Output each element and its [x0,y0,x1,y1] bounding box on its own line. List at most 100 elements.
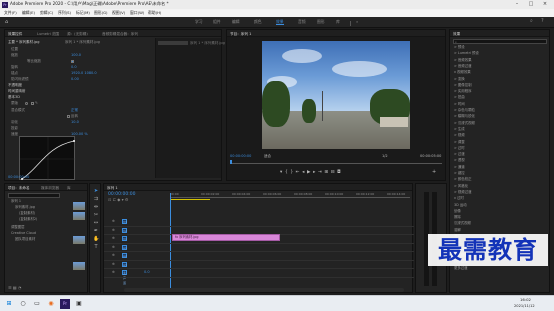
effects-tree-item[interactable]: > 键控 [454,171,465,176]
track-lock-icon[interactable]: ⊕ [112,236,115,240]
tab-libraries[interactable]: 库 [67,186,71,190]
track-target-button[interactable]: V2 [122,227,127,233]
menu-file[interactable]: 文件(F) [4,10,17,15]
timeline-scrollbar[interactable] [124,288,404,292]
effects-tree-item[interactable]: 更多过渡 [454,266,468,271]
camera-icon[interactable]: ◘ [337,170,343,175]
timeline-ruler[interactable]: 00:00 00:00:02:00 00:00:04:00 00:00:06:00 00… [170,192,410,198]
keyframe-area[interactable]: 序列 1 * 序列素材.jpg [155,38,225,178]
effects-tree-item[interactable]: > 扭曲 [454,95,465,100]
effects-tree-item[interactable]: 3D 运动 [454,203,467,208]
effects-tree-item[interactable]: > 时间 [454,102,465,107]
workspace-learn[interactable]: 学习 [195,19,203,24]
menu-sequence[interactable]: 序列(S) [58,10,71,15]
browser-icon[interactable]: ◉ [46,299,56,309]
ellipse-mask-icon[interactable] [25,101,28,105]
playhead[interactable] [230,160,232,164]
start-icon[interactable]: ⊞ [4,299,14,309]
pen-mask-icon[interactable]: ✎ [35,101,38,105]
effects-tree-item[interactable]: > 透视 [454,158,465,163]
effects-tree-item[interactable]: > 生成 [454,127,465,132]
effects-tree-item[interactable]: 划像 [454,209,461,214]
menu-window[interactable]: 窗口(W) [130,10,144,15]
param-anchor-value[interactable]: 1920.0 1080.0 [71,71,97,75]
invert-checkbox[interactable] [67,114,70,118]
effects-tree-item[interactable]: > 变换 [454,77,465,82]
effects-search-input[interactable]: ⌕ [453,39,547,44]
project-item-copy-2[interactable]: (复制素材2) [19,217,37,222]
maximize-button[interactable]: □ [524,0,538,9]
program-fit-select[interactable]: 适合 [264,154,271,158]
workspace-graphics[interactable]: 图形 [317,19,325,24]
track-select-icon[interactable]: ⇉ [93,196,99,202]
effects-tree-item[interactable]: > 视频 [454,133,465,138]
folder-icon[interactable]: ▣ [74,299,84,309]
project-item-image[interactable]: 序列素材.jpg [15,205,35,210]
effects-tree-item[interactable]: > 通道 [454,165,465,170]
menu-marker[interactable]: 标记(M) [76,10,90,15]
effects-tree-item[interactable]: > 实用程序 [454,89,471,94]
param-scale-value[interactable]: 100.0 [71,53,81,57]
menu-clip[interactable]: 剪辑(C) [40,10,53,15]
effects-tree-item[interactable]: > 过时 [454,146,465,151]
effects-tree-item[interactable]: 擦除 [454,215,461,220]
tab-lumetri-scopes[interactable]: Lumetri 范围 [37,32,59,36]
menu-graphics[interactable]: 图形(G) [94,10,108,15]
close-button[interactable]: × [538,0,552,9]
effects-tree-item[interactable]: > 沉浸式视频 [454,121,475,126]
task-view-icon[interactable]: ▭ [32,299,42,309]
track-target-button[interactable]: A3 [122,261,127,267]
project-item-adjustment[interactable]: 调整图层 [11,225,25,230]
effect-controls-timecode[interactable]: 00:00:00:00 [8,175,29,179]
track-lock-icon[interactable]: ⊕ [112,245,115,249]
param-feather-value[interactable]: 10.0 [71,120,79,124]
project-search-input[interactable] [8,193,60,198]
slip-tool-icon[interactable]: ↔ [93,220,99,226]
track-lock-icon[interactable]: ⊕ [112,253,115,257]
program-quality-select[interactable]: 1/2 [382,154,388,158]
effects-tree-item[interactable]: > 风格化 [454,184,468,189]
param-antiflicker-value[interactable]: 0.00 [71,77,79,81]
effects-tree-item[interactable]: > Lumetri 预设 [454,51,479,56]
tab-effects[interactable]: 效果 [453,32,460,36]
track-target-button[interactable]: A2 [122,253,127,258]
effects-tree-item[interactable]: v 过时 [454,196,464,201]
tab-sequence[interactable]: 序列 1 [107,186,118,190]
tab-project[interactable]: 项目：未命名 [8,186,30,190]
home-icon[interactable]: ⌂ [5,19,8,26]
section-opacity[interactable]: 不透明度 [8,83,22,87]
section-basic-3d[interactable]: 基本3D [8,95,20,99]
hand-tool-icon[interactable]: ✋ [93,236,99,242]
workspace-assembly[interactable]: 组件 [213,19,221,24]
workspace-libraries[interactable]: 库 [336,19,340,24]
menu-view[interactable]: 视图(V) [112,10,125,15]
type-tool-icon[interactable]: T [93,244,99,250]
track-lock-icon[interactable]: ⊕ [112,262,115,266]
uniform-scale-checkbox[interactable] [71,59,74,63]
workspace-editing[interactable]: 编辑 [232,19,240,24]
minimize-button[interactable]: – [510,0,524,9]
effects-tree-item[interactable]: > 调整 [454,140,465,145]
razor-tool-icon[interactable]: ✂ [93,212,99,218]
pen-tool-icon[interactable]: ✒ [93,228,99,234]
rect-mask-icon[interactable] [31,101,34,105]
track-target-button[interactable]: A1 [122,244,127,250]
menu-help[interactable]: 帮助(H) [148,10,161,15]
project-item-sequence[interactable]: 序列 1 [11,199,21,204]
effects-tree-item[interactable]: > 预设 [454,45,465,50]
tab-audio-clip-mixer[interactable]: 音频剪辑混合器：序列 [102,32,138,36]
project-item-team-folder[interactable]: 团队项目素材 [15,237,35,242]
section-time-remap[interactable]: 时间重映射 [8,89,26,93]
track-lock-icon[interactable]: ⊕ [112,270,115,274]
effects-tree-item[interactable]: > 过渡 [454,152,465,157]
param-rotation-value[interactable]: 0.0 [71,65,77,69]
program-timecode[interactable]: 00:00:00:00 [230,154,251,158]
add-button-icon[interactable]: + [432,169,436,176]
track-target-button[interactable]: V3 [122,219,127,224]
tab-effect-controls[interactable]: 效果控件 [8,32,22,36]
effects-tree-item[interactable]: > 视频过渡 [454,190,471,195]
effects-tree-item[interactable]: > 模糊与锐化 [454,114,475,119]
workspace-color[interactable]: 颜色 [254,19,262,24]
effects-tree-item[interactable]: > 颜色校正 [454,177,471,182]
master-volume-value[interactable]: 0.0 [144,270,150,274]
